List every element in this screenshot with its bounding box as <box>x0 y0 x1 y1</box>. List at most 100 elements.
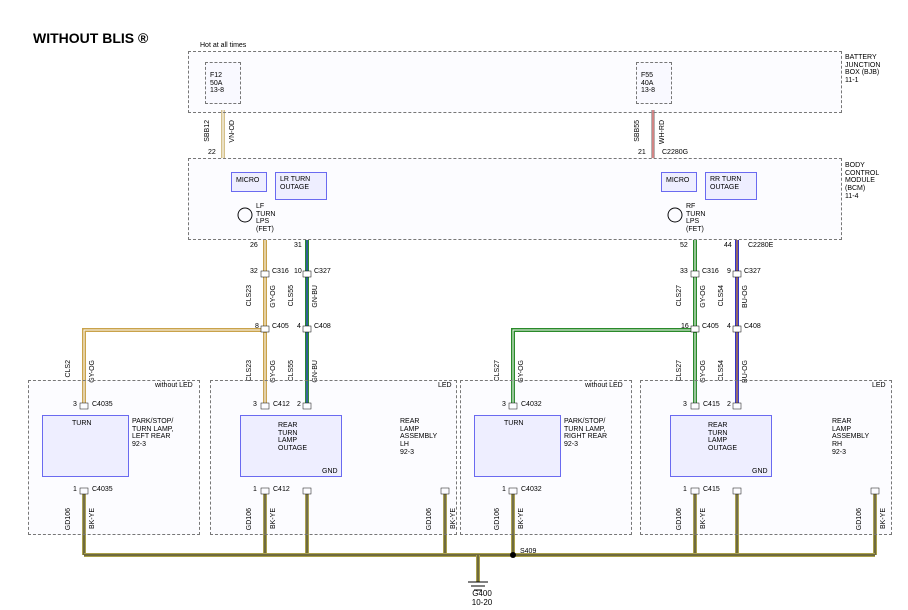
cls27-b: CLS27 <box>494 360 501 381</box>
lr-turn-lbl: LR TURN OUTAGE <box>280 176 310 191</box>
cls55-a: CLS55 <box>288 285 295 306</box>
led-2: LED <box>872 382 886 390</box>
pin8: 8 <box>255 323 259 331</box>
cls23-b: CLS23 <box>246 360 253 381</box>
g400-lbl: G400 10-20 <box>462 590 502 608</box>
c408l: C408 <box>314 323 331 331</box>
c405l: C405 <box>272 323 289 331</box>
bkye-5: BK-YE <box>700 508 707 529</box>
gnd-1: GND <box>322 468 338 476</box>
without-led-2: without LED <box>585 382 623 390</box>
rear-turn-lbl-1: REAR TURN LAMP OUTAGE <box>278 422 307 453</box>
gd106-3: GD106 <box>426 508 433 530</box>
led-1: LED <box>438 382 452 390</box>
pin1d: 1 <box>683 486 687 494</box>
pin3b: 3 <box>253 401 257 409</box>
gd106-1: GD106 <box>65 508 72 530</box>
bjb-box <box>188 51 842 113</box>
micro-right-lbl: MICRO <box>666 177 689 185</box>
gd106-5: GD106 <box>676 508 683 530</box>
park-right-lbl: PARK/STOP/ TURN LAMP, RIGHT REAR 92-3 <box>564 418 607 449</box>
pin26: 26 <box>250 242 258 250</box>
gnd-2: GND <box>752 468 768 476</box>
pin1a: 1 <box>73 486 77 494</box>
pin52: 52 <box>680 242 688 250</box>
bcm-label: BODY CONTROL MODULE (BCM) 11-4 <box>845 162 879 200</box>
pin2b: 2 <box>727 401 731 409</box>
vn-od-label: VN-OD <box>229 120 236 143</box>
rear-assy-lh: REAR LAMP ASSEMBLY LH 92-3 <box>400 418 437 456</box>
cls23-a: CLS23 <box>246 285 253 306</box>
c2280g: C2280G <box>662 149 688 157</box>
turn-lbl-2: TURN <box>504 420 523 428</box>
pin1c: 1 <box>502 486 506 494</box>
pin31: 31 <box>294 242 302 250</box>
turn-lbl-1: TURN <box>72 420 91 428</box>
cls27-c: CLS27 <box>676 360 683 381</box>
gd106-2: GD106 <box>246 508 253 530</box>
c415t: C415 <box>703 401 720 409</box>
cls55-b: CLS55 <box>288 360 295 381</box>
sbb12-label: SBB12 <box>204 120 211 142</box>
gd106-6: GD106 <box>856 508 863 530</box>
c405r: C405 <box>702 323 719 331</box>
c316r: C316 <box>702 268 719 276</box>
wh-rd-label: WH-RD <box>659 120 666 144</box>
c2280e: C2280E <box>748 242 773 250</box>
pin1b: 1 <box>253 486 257 494</box>
c327l: C327 <box>314 268 331 276</box>
c4032b: C4032 <box>521 486 542 494</box>
c327r: C327 <box>744 268 761 276</box>
gyog-a: GY-OG <box>270 285 277 308</box>
c412b: C412 <box>273 486 290 494</box>
cls54-b: CLS54 <box>718 360 725 381</box>
diagram-title: WITHOUT BLIS ® <box>33 30 148 46</box>
c316l: C316 <box>272 268 289 276</box>
c4032t: C4032 <box>521 401 542 409</box>
rr-turn-lbl: RR TURN OUTAGE <box>710 176 741 191</box>
c4035t: C4035 <box>92 401 113 409</box>
pin33: 33 <box>680 268 688 276</box>
lf-fet-lbl: LF TURN LPS (FET) <box>256 203 275 234</box>
pin3c: 3 <box>502 401 506 409</box>
bkye-6: BK-YE <box>880 508 887 529</box>
cls54-a: CLS54 <box>718 285 725 306</box>
rear-assy-rh: REAR LAMP ASSEMBLY RH 92-3 <box>832 418 869 456</box>
cls2-a: CLS2 <box>65 360 72 378</box>
pin3d: 3 <box>683 401 687 409</box>
pin2a: 2 <box>297 401 301 409</box>
bkye-1: BK-YE <box>89 508 96 529</box>
pin22: 22 <box>208 149 216 157</box>
s409-lbl: S409 <box>520 548 536 556</box>
pin21: 21 <box>638 149 646 157</box>
without-led-1: without LED <box>155 382 193 390</box>
cls27-a: CLS27 <box>676 285 683 306</box>
rear-turn-lbl-2: REAR TURN LAMP OUTAGE <box>708 422 737 453</box>
pin4r: 4 <box>727 323 731 331</box>
bkye-4: BK-YE <box>518 508 525 529</box>
pin3a: 3 <box>73 401 77 409</box>
bjb-label: BATTERY JUNCTION BOX (BJB) 11-1 <box>845 54 880 85</box>
pin44: 44 <box>724 242 732 250</box>
buog-a: BU-OG <box>742 285 749 308</box>
rf-fet-lbl: RF TURN LPS (FET) <box>686 203 705 234</box>
fuse-f55-label: F55 40A 13-8 <box>641 72 655 95</box>
pin4l: 4 <box>297 323 301 331</box>
bkye-2: BK-YE <box>270 508 277 529</box>
pin10: 10 <box>294 268 302 276</box>
gnbu-a: GN-BU <box>312 285 319 308</box>
c412t: C412 <box>273 401 290 409</box>
pin16: 16 <box>681 323 689 331</box>
gd106-4: GD106 <box>494 508 501 530</box>
bkye-3: BK-YE <box>450 508 457 529</box>
sbb55-label: SBB55 <box>634 120 641 142</box>
micro-left-lbl: MICRO <box>236 177 259 185</box>
fuse-f12-label: F12 50A 13-8 <box>210 72 224 95</box>
park-left-lbl: PARK/STOP/ TURN LAMP, LEFT REAR 92-3 <box>132 418 174 449</box>
c415b: C415 <box>703 486 720 494</box>
gyog-b: GY-OG <box>700 285 707 308</box>
c408r: C408 <box>744 323 761 331</box>
c4035b: C4035 <box>92 486 113 494</box>
pin9: 9 <box>727 268 731 276</box>
pin32: 32 <box>250 268 258 276</box>
